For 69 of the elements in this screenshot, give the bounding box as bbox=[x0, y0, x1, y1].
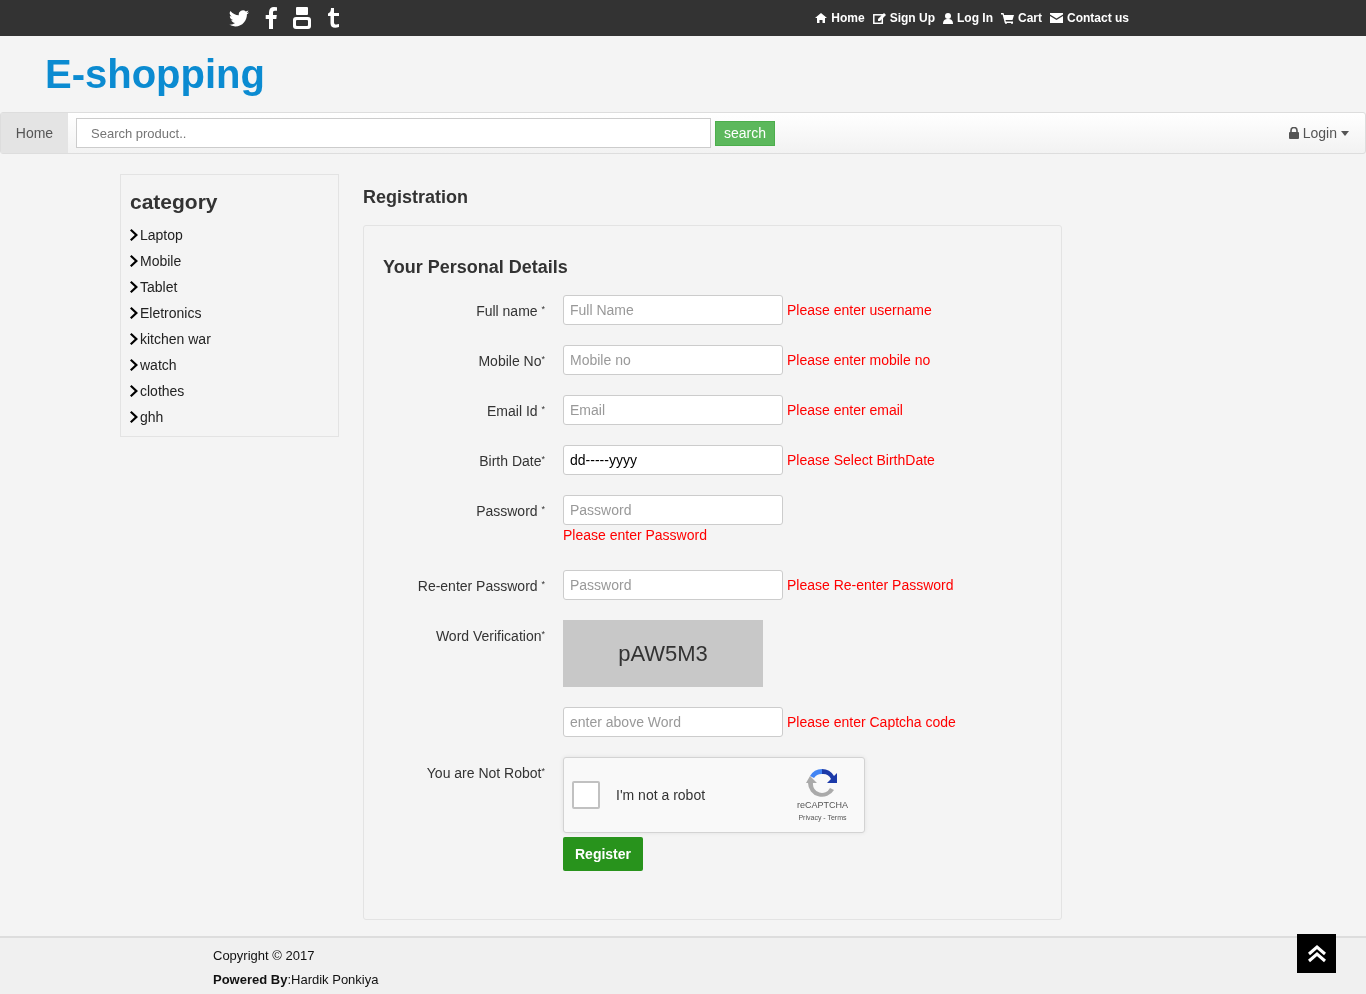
input-field[interactable]: Password bbox=[563, 570, 783, 600]
category-link[interactable]: clothes bbox=[130, 378, 185, 405]
chevron-icon bbox=[130, 385, 138, 398]
error-message: Please enter Password bbox=[563, 526, 708, 545]
recaptcha-text: I'm not a robot bbox=[616, 785, 706, 805]
checkbox[interactable] bbox=[572, 781, 600, 809]
chevron-icon bbox=[130, 229, 138, 242]
input-field[interactable]: enter above Word bbox=[563, 707, 783, 737]
top-nav-link[interactable]: Contact us bbox=[1050, 9, 1129, 27]
category-link[interactable]: kitchen war bbox=[130, 326, 211, 353]
chevron-icon bbox=[130, 255, 138, 268]
field-label: Email Id $^{*}$ bbox=[486, 402, 545, 421]
chevron-icon bbox=[130, 359, 138, 372]
field-label: Full name $^{*}$ bbox=[475, 302, 545, 321]
chevron-icon bbox=[130, 333, 138, 346]
category-link[interactable]: Mobile bbox=[130, 248, 182, 275]
recycle-arrows-icon bbox=[806, 767, 839, 799]
input-field[interactable]: Full Name bbox=[563, 295, 783, 325]
top-nav-link[interactable]: Sign Up bbox=[872, 9, 935, 27]
input-field[interactable]: Mobile no bbox=[563, 345, 783, 375]
top-nav-link[interactable]: Log In bbox=[942, 9, 993, 27]
input-field[interactable]: Email bbox=[563, 395, 783, 425]
chevron-icon bbox=[130, 281, 138, 294]
category-link[interactable]: Eletronics bbox=[130, 300, 202, 327]
error-message: Please Select BirthDate bbox=[787, 450, 935, 470]
envelope-icon bbox=[1050, 13, 1063, 23]
field-label: Birth Date$^{*}$ bbox=[478, 452, 545, 471]
sidebar-title: category bbox=[130, 189, 219, 215]
page-title: Registration bbox=[363, 186, 469, 209]
field-label: Re-enter Password $^{*}$ bbox=[416, 577, 545, 596]
recaptcha-label: reCAPTCHA bbox=[797, 799, 848, 812]
copyright-text: Copyright © 2017 bbox=[213, 947, 316, 965]
section-title: Your Personal Details bbox=[383, 256, 569, 279]
error-message: Please enter email bbox=[787, 400, 903, 420]
t-logo-icon[interactable] bbox=[327, 8, 341, 28]
category-link[interactable]: watch bbox=[130, 352, 177, 379]
lock-icon bbox=[1288, 127, 1299, 139]
home-icon bbox=[815, 13, 828, 23]
double-chevron-up-icon bbox=[1307, 944, 1326, 963]
top-nav-link[interactable]: Cart bbox=[1000, 9, 1042, 27]
home-tab[interactable]: Home bbox=[1, 113, 68, 153]
bird-icon[interactable] bbox=[229, 9, 249, 27]
chevron-icon bbox=[130, 307, 138, 320]
error-message: Please enter Captcha code bbox=[787, 712, 956, 732]
category-link[interactable]: Laptop bbox=[130, 222, 183, 249]
category-link[interactable]: ghh bbox=[130, 404, 164, 431]
register-button[interactable]: Register bbox=[563, 837, 644, 871]
category-link[interactable]: Tablet bbox=[130, 274, 178, 301]
error-message: Please enter mobile no bbox=[787, 350, 931, 370]
field-label: Mobile No$^{*}$ bbox=[477, 352, 545, 371]
chevron-icon bbox=[130, 411, 138, 424]
f-logo-icon[interactable] bbox=[265, 7, 277, 29]
error-message: Please Re-enter Password bbox=[787, 575, 954, 595]
input-field[interactable]: Password bbox=[563, 495, 783, 525]
top-nav-link[interactable]: Home bbox=[815, 9, 865, 27]
field-label: Word Verification$^{*}$ bbox=[434, 627, 545, 646]
login-dropdown[interactable]: Login bbox=[1288, 122, 1349, 144]
search-field[interactable]: Search product.. bbox=[76, 118, 711, 148]
powered-by-text: Powered By:Hardik Ponkiya bbox=[213, 970, 379, 989]
edit-icon bbox=[872, 12, 886, 24]
field-label: You are Not Robot$^{*}$ bbox=[425, 764, 545, 783]
input-field[interactable]: dd-----yyyy bbox=[563, 445, 783, 475]
field-label: Password $^{*}$ bbox=[475, 502, 545, 521]
caret-icon bbox=[1341, 130, 1349, 136]
user-icon bbox=[942, 12, 953, 24]
captcha-code: pAW5M3 bbox=[618, 640, 708, 668]
error-message: Please enter username bbox=[787, 300, 932, 320]
cart-icon bbox=[1000, 12, 1014, 24]
back-to-top-button[interactable] bbox=[1297, 934, 1336, 973]
